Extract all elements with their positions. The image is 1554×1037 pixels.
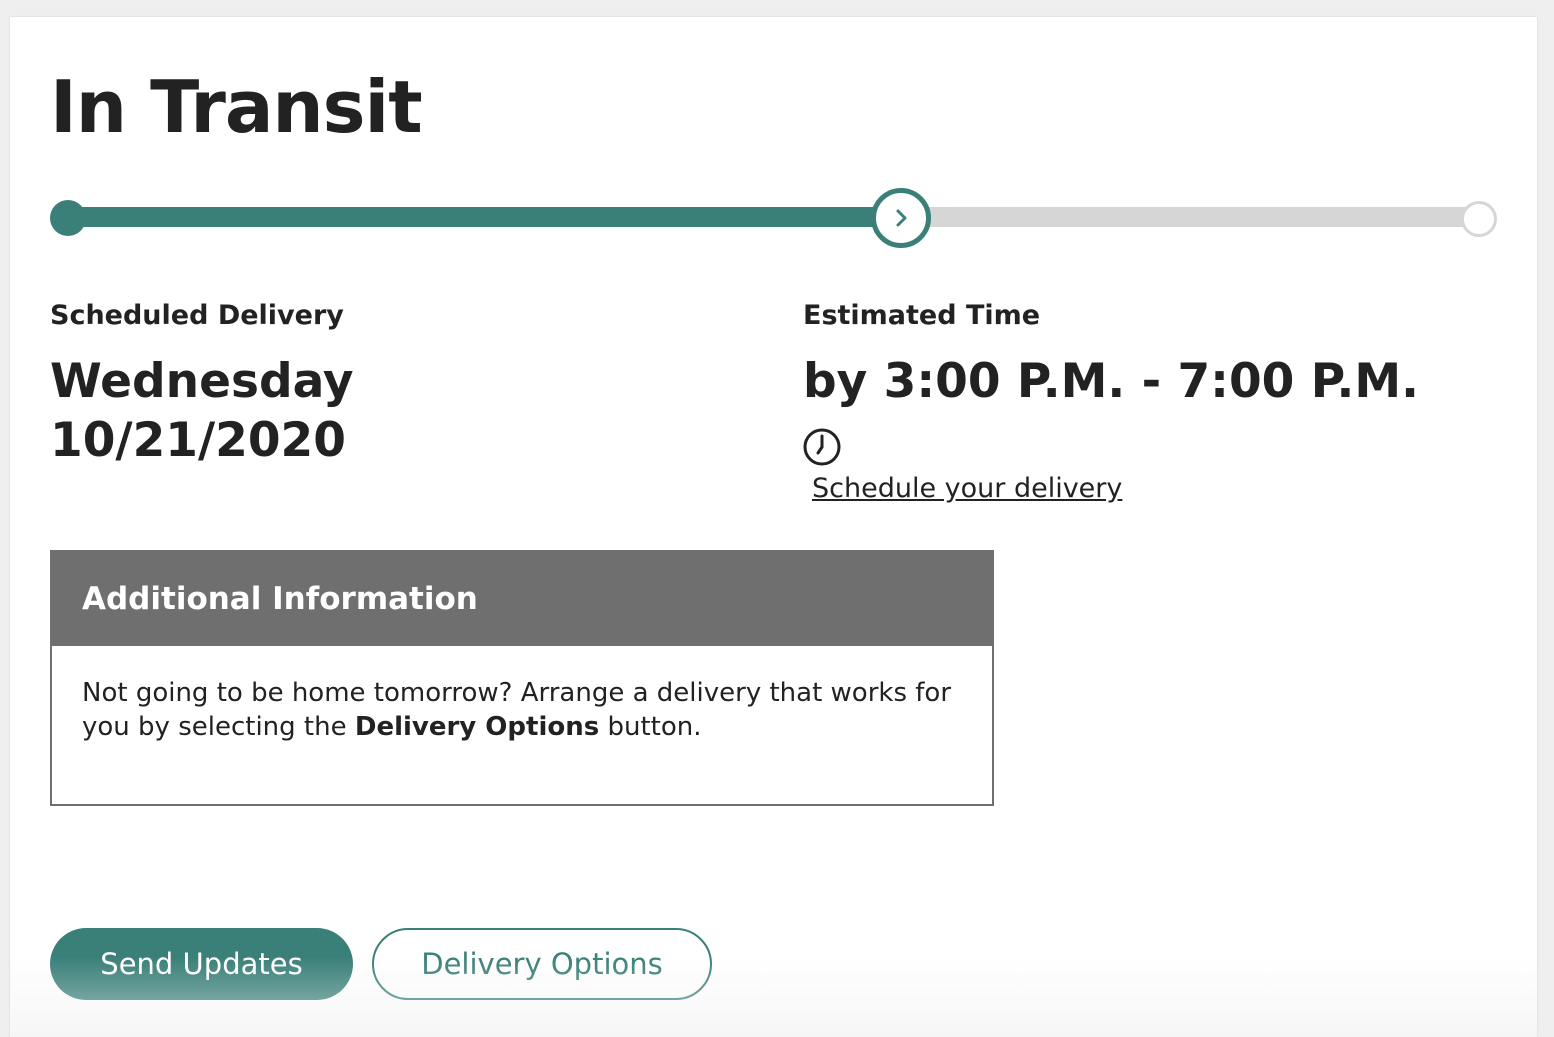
additional-info-text: Not going to be home tomorrow? Arrange a…: [52, 646, 992, 744]
delivery-day: Wednesday: [50, 354, 354, 409]
schedule-delivery-link[interactable]: Schedule your delivery: [812, 472, 1122, 506]
info-text-after: button.: [599, 712, 702, 742]
estimated-time-window: by 3:00 P.M. - 7:00 P.M.: [803, 354, 1420, 409]
clock-icon: [803, 428, 841, 466]
delivery-date: 10/21/2020: [50, 413, 346, 468]
chevron-right-icon: [896, 209, 907, 227]
progress-start-dot: [50, 200, 86, 236]
delivery-options-button[interactable]: Delivery Options: [372, 928, 712, 1000]
page-title: In Transit: [50, 65, 423, 149]
progress-end-dot: [1461, 201, 1497, 237]
estimated-time-label: Estimated Time: [803, 300, 1041, 331]
progress-fill: [68, 207, 901, 227]
info-text-bold: Delivery Options: [354, 712, 600, 742]
additional-info-panel: Additional Information Not going to be h…: [50, 550, 994, 806]
progress-track: [68, 207, 1480, 227]
scheduled-delivery-label: Scheduled Delivery: [50, 300, 344, 331]
additional-info-heading: Additional Information: [52, 552, 992, 646]
progress-current-step: [871, 188, 931, 248]
send-updates-button[interactable]: Send Updates: [50, 928, 353, 1000]
tracking-card: In Transit Scheduled Delivery Wednesday …: [10, 17, 1537, 1037]
